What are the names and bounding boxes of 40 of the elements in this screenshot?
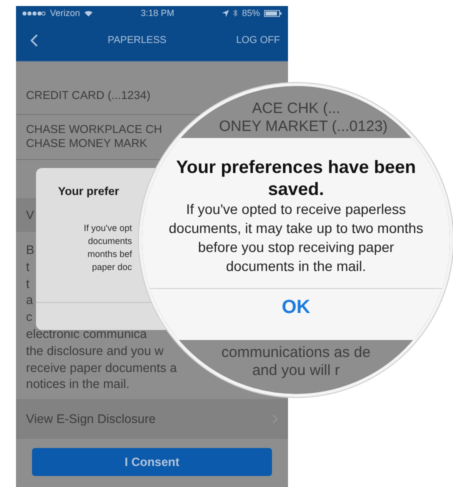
screen-title: PAPERLESS [106, 35, 168, 46]
wifi-icon [84, 10, 94, 16]
disclosure-text: B [26, 242, 34, 259]
account-name: CHASE MONEY MARK [26, 137, 148, 151]
alert-message: documents [88, 235, 132, 248]
link-label: View E-Sign Disclosure [26, 412, 157, 426]
disclosure-text: the disclosure and you w [26, 342, 164, 360]
back-chevron-icon[interactable] [30, 34, 38, 47]
alert-message: paper doc [92, 261, 132, 274]
disclosure-text: t [26, 276, 30, 292]
account-name: CREDIT CARD (...1234) [26, 90, 150, 102]
disclosure-text: c [26, 309, 32, 326]
battery-percent: 85% [242, 8, 260, 18]
account-name: ONEY MARKET (...0123) [219, 118, 388, 136]
disclosure-text: receive paper documents a [26, 360, 177, 376]
status-time: 3:18 PM [140, 8, 176, 18]
alert-message: months bef [87, 248, 132, 261]
log-off-link[interactable]: LOG OFF [236, 35, 280, 46]
disclosure-text: t [26, 258, 30, 276]
disclosure-text: notices in the mail. [26, 376, 130, 394]
bluetooth-icon [232, 9, 238, 17]
disclosure-text: and you will r [252, 362, 340, 380]
account-name: CHASE WORKPLACE CH [26, 123, 162, 137]
consent-button[interactable]: I Consent [32, 448, 272, 476]
alert-message: If you've opted to receive paperless documents, it may take up to two months before you stop receiving paper documents in the mail. [168, 200, 424, 276]
disclosure-text: a [26, 292, 33, 310]
disclosure-text: electronic communica [26, 326, 147, 343]
carrier-name: Verizon [50, 8, 80, 18]
alert-title: Your preferences have been saved. [175, 156, 417, 200]
chevron-right-icon [272, 414, 278, 424]
location-arrow-icon [222, 10, 229, 16]
disclosure-text: communications as de [221, 344, 371, 362]
section-label: V [26, 208, 34, 222]
alert-message: If you've opt [84, 222, 132, 235]
battery-icon [264, 10, 282, 16]
ok-button[interactable]: OK [266, 293, 326, 323]
signal-icon [22, 10, 46, 16]
e-sign-disclosure-row[interactable]: View E-Sign Disclosure [16, 399, 288, 440]
account-name: ACE CHK (... [252, 100, 340, 118]
alert-title: Your prefer [58, 186, 120, 198]
